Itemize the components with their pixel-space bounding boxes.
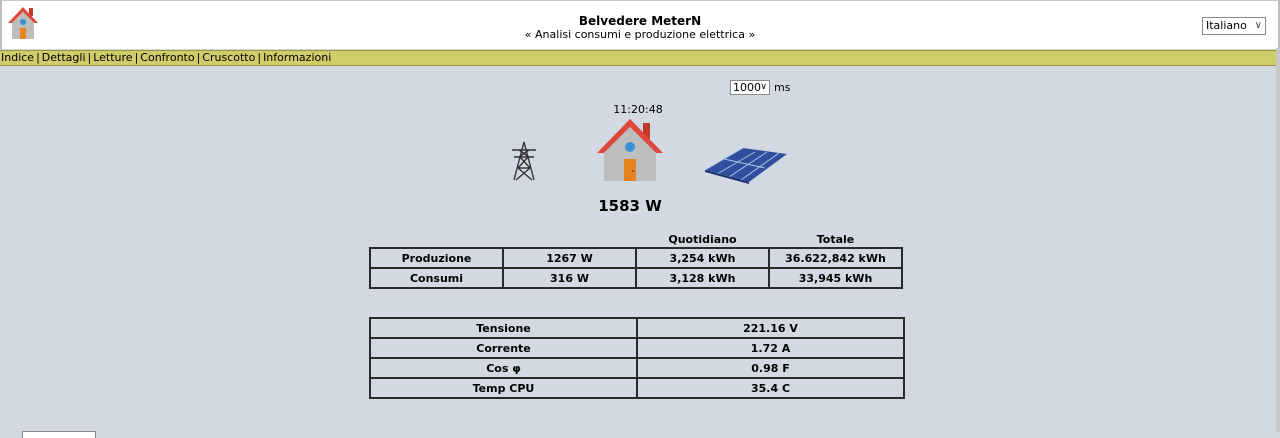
- menu-item-indice[interactable]: Indice: [0, 51, 35, 64]
- language-select[interactable]: Italiano ∨: [1202, 17, 1266, 35]
- table-row: Consumi 316 W 3,128 kWh 33,945 kWh: [369, 267, 903, 289]
- refresh-rate-select[interactable]: 1000 ∨: [730, 80, 770, 95]
- bottom-tab[interactable]: [22, 431, 96, 438]
- table-cell: Cos φ: [369, 357, 638, 379]
- table-cell: Temp CPU: [369, 377, 638, 399]
- site-title: Belvedere MeterN: [578, 14, 702, 28]
- menu-item-letture[interactable]: Letture: [92, 51, 133, 64]
- table-cell: 316 W: [502, 267, 637, 289]
- table-cell: 3,128 kWh: [635, 267, 770, 289]
- menu-item-cruscotto[interactable]: Cruscotto: [201, 51, 256, 64]
- table-cell: 36.622,842 kWh: [768, 247, 903, 269]
- chevron-down-icon: ∨: [760, 82, 767, 92]
- power-value: 1583 W: [598, 197, 662, 215]
- scrollbar[interactable]: [1276, 48, 1280, 432]
- table-cell: Produzione: [369, 247, 504, 269]
- language-value: Italiano: [1206, 19, 1247, 32]
- table-cell: Consumi: [369, 267, 504, 289]
- table-cell: Tensione: [369, 317, 638, 339]
- header: Belvedere MeterN « Analisi consumi e pro…: [0, 0, 1280, 49]
- table-row: Cos φ 0.98 F: [369, 357, 905, 379]
- energy-table: Quotidiano Totale Produzione 1267 W 3,25…: [369, 231, 903, 289]
- table-row: Produzione 1267 W 3,254 kWh 36.622,842 k…: [369, 247, 903, 269]
- table-header: [370, 231, 503, 248]
- main-menu: Indice | Dettagli | Letture | Confronto | Crusco…: [0, 50, 1280, 66]
- clock: 11:20:48: [613, 103, 663, 116]
- title-block: Belvedere MeterN « Analisi consumi e pro…: [2, 14, 1278, 42]
- refresh-rate-value: 1000: [733, 81, 761, 94]
- menu-item-confronto[interactable]: Confronto: [139, 51, 195, 64]
- table-cell: Corrente: [369, 337, 638, 359]
- table-cell: 35.4 C: [636, 377, 905, 399]
- table-header-totale: Totale: [816, 232, 855, 246]
- site-subtitle: « Analisi consumi e produzione elettrica…: [524, 28, 756, 41]
- table-cell: 221.16 V: [636, 317, 905, 339]
- table-cell: 1.72 A: [636, 337, 905, 359]
- menu-separator: |: [36, 51, 40, 64]
- refresh-rate-unit: ms: [774, 81, 791, 94]
- table-cell: 3,254 kWh: [635, 247, 770, 269]
- table-header-quotidiano: Quotidiano: [668, 232, 737, 246]
- table-cell: 1267 W: [502, 247, 637, 269]
- status-table: Tensione 221.16 V Corrente 1.72 A Cos φ …: [369, 317, 905, 399]
- solar-panel-icon: [704, 147, 787, 184]
- table-cell: 33,945 kWh: [768, 267, 903, 289]
- pylon-icon: [512, 141, 536, 181]
- house-icon: [597, 119, 663, 181]
- table-row: Temp CPU 35.4 C: [369, 377, 905, 399]
- refresh-rate: 1000 ∨ ms: [730, 80, 790, 95]
- table-cell: 0.98 F: [636, 357, 905, 379]
- table-row: Tensione 221.16 V: [369, 317, 905, 339]
- menu-item-informazioni[interactable]: Informazioni: [262, 51, 332, 64]
- table-header-row: Quotidiano Totale: [370, 231, 902, 248]
- menu-item-dettagli[interactable]: Dettagli: [41, 51, 87, 64]
- table-row: Corrente 1.72 A: [369, 337, 905, 359]
- chevron-down-icon: ∨: [1254, 20, 1262, 31]
- table-header: [503, 231, 636, 248]
